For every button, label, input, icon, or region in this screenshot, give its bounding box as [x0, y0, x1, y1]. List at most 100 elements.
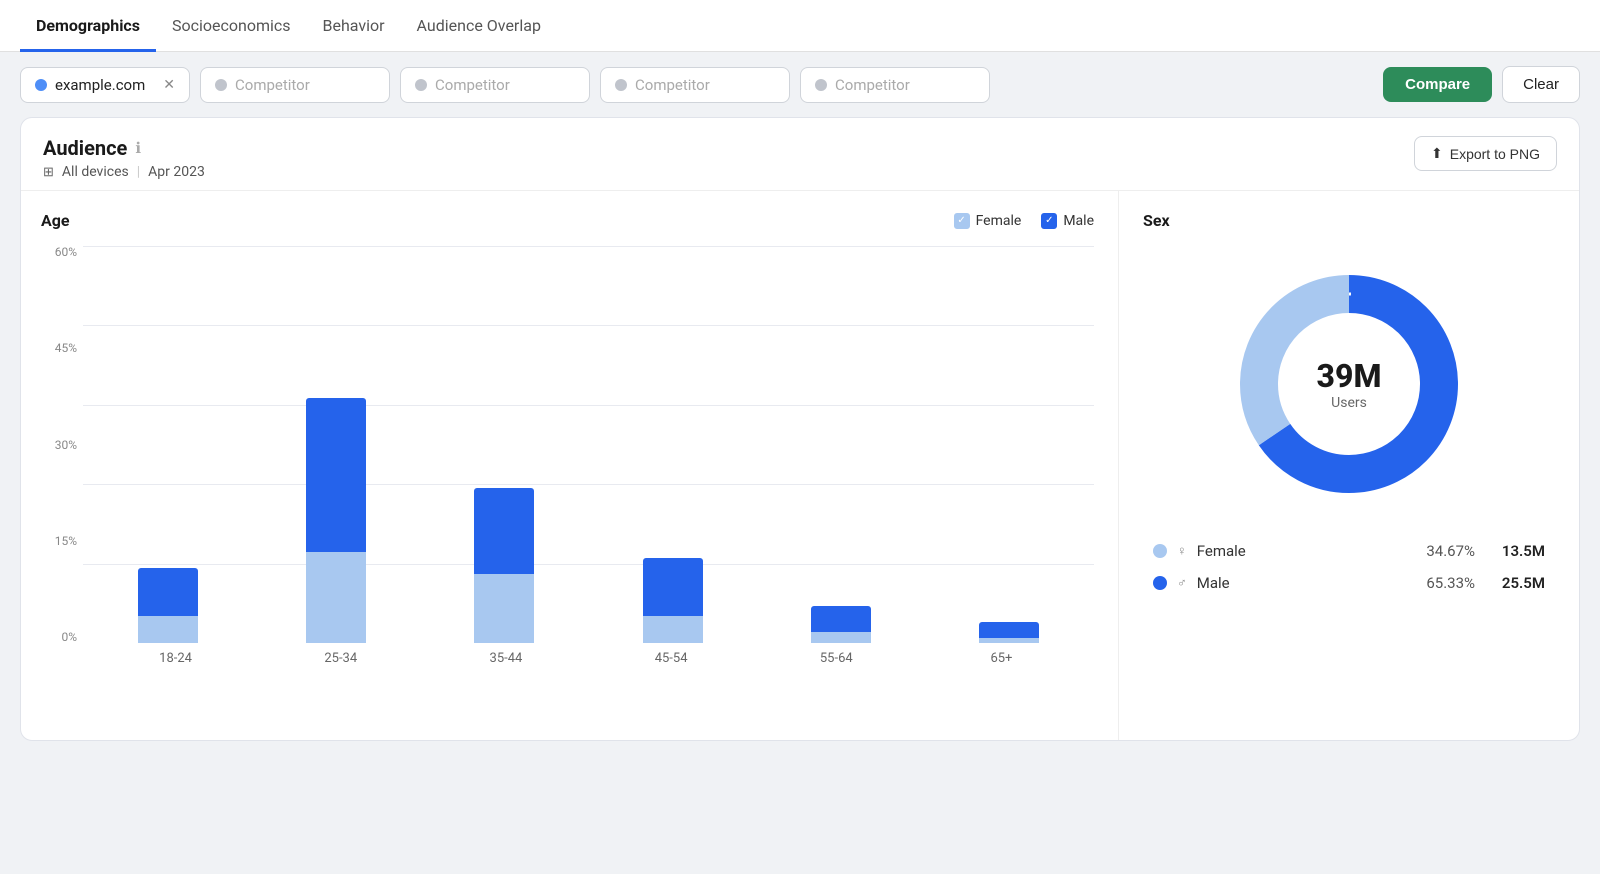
bars-row	[83, 246, 1094, 643]
age-chart-title: Age	[41, 211, 70, 230]
bar-female-55-64	[811, 632, 871, 643]
y-label-30: 30%	[41, 439, 83, 451]
bar-stack-35-44	[474, 488, 534, 643]
bar-male-25-34	[306, 398, 366, 552]
sex-legend: ♀ Female 34.67% 13.5M ♂ Male 65.33% 25.5…	[1143, 542, 1555, 592]
competitor-dot-4	[815, 79, 827, 91]
bar-stack-25-34	[306, 398, 366, 643]
bar-group-55-64	[766, 246, 916, 643]
devices-icon: ⊞	[43, 165, 54, 180]
competitor-input-4[interactable]: Competitor	[800, 67, 990, 103]
site-dot	[35, 79, 47, 91]
bar-male-18-24	[138, 568, 198, 616]
x-label-18-24: 18-24	[93, 651, 258, 666]
bar-female-25-34	[306, 552, 366, 643]
x-label-45-54: 45-54	[589, 651, 754, 666]
female-legend-label: Female	[976, 213, 1022, 229]
donut-wrap: 39M Users	[1143, 254, 1555, 514]
donut-center: 39M Users	[1317, 357, 1382, 411]
bar-group-35-44	[429, 246, 579, 643]
bar-female-65+	[979, 638, 1039, 643]
competitor-placeholder-3: Competitor	[635, 76, 710, 94]
search-row: example.com ✕ Competitor Competitor Comp…	[0, 52, 1600, 117]
y-label-15: 15%	[41, 535, 83, 547]
bar-stack-18-24	[138, 568, 198, 643]
subtitle-date: Apr 2023	[148, 164, 205, 180]
main-card: Audience ℹ ⊞ All devices | Apr 2023 ⬆ Ex…	[20, 117, 1580, 741]
male-sex-name: Male	[1197, 574, 1405, 592]
tabs-bar: Demographics Socioeconomics Behavior Aud…	[0, 0, 1600, 52]
male-legend-item[interactable]: ✓ Male	[1041, 213, 1094, 229]
x-label-65+: 65+	[919, 651, 1084, 666]
female-checkbox[interactable]: ✓	[954, 213, 970, 229]
compare-button[interactable]: Compare	[1383, 67, 1492, 102]
bar-male-65+	[979, 622, 1039, 638]
male-checkbox[interactable]: ✓	[1041, 213, 1057, 229]
competitor-placeholder-2: Competitor	[435, 76, 510, 94]
card-title-row: Audience ℹ	[43, 136, 205, 160]
y-label-0: 0%	[41, 631, 83, 643]
competitor-dot-3	[615, 79, 627, 91]
male-sex-dot	[1153, 576, 1167, 590]
bar-group-45-54	[598, 246, 748, 643]
card-header: Audience ℹ ⊞ All devices | Apr 2023 ⬆ Ex…	[21, 118, 1579, 190]
x-labels: 18-2425-3435-4445-5455-6465+	[41, 643, 1094, 666]
chart-top-row: Age ✓ Female ✓ Male	[41, 211, 1094, 230]
competitor-placeholder-4: Competitor	[835, 76, 910, 94]
donut-value: 39M	[1317, 357, 1382, 395]
age-chart-section: Age ✓ Female ✓ Male 0%	[21, 191, 1119, 740]
competitor-dot-1	[215, 79, 227, 91]
card-title: Audience	[43, 136, 127, 160]
competitor-input-3[interactable]: Competitor	[600, 67, 790, 103]
female-sex-dot	[1153, 544, 1167, 558]
tab-demographics[interactable]: Demographics	[20, 0, 156, 52]
bar-chart-wrap: 0% 15% 30% 45% 60%	[41, 246, 1094, 666]
bar-female-18-24	[138, 616, 198, 643]
male-sex-row: ♂ Male 65.33% 25.5M	[1153, 574, 1545, 592]
x-label-35-44: 35-44	[423, 651, 588, 666]
male-sex-pct: 65.33%	[1415, 574, 1475, 592]
clear-button[interactable]: Clear	[1502, 66, 1580, 103]
card-title-area: Audience ℹ ⊞ All devices | Apr 2023	[43, 136, 205, 180]
female-gender-icon: ♀	[1177, 543, 1187, 559]
competitor-dot-2	[415, 79, 427, 91]
y-label-45: 45%	[41, 342, 83, 354]
tab-socioeconomics[interactable]: Socioeconomics	[156, 0, 307, 52]
competitor-placeholder-1: Competitor	[235, 76, 310, 94]
female-sex-name: Female	[1197, 542, 1405, 560]
close-icon[interactable]: ✕	[163, 78, 175, 92]
male-sex-count: 25.5M	[1485, 574, 1545, 592]
male-legend-label: Male	[1063, 213, 1094, 229]
bar-male-45-54	[643, 558, 703, 616]
female-sex-row: ♀ Female 34.67% 13.5M	[1153, 542, 1545, 560]
competitor-input-1[interactable]: Competitor	[200, 67, 390, 103]
female-legend-item[interactable]: ✓ Female	[954, 213, 1022, 229]
bar-stack-45-54	[643, 558, 703, 643]
site-chip[interactable]: example.com ✕	[20, 67, 190, 103]
female-sex-pct: 34.67%	[1415, 542, 1475, 560]
tab-audience-overlap[interactable]: Audience Overlap	[401, 0, 557, 52]
card-subtitle: ⊞ All devices | Apr 2023	[43, 164, 205, 180]
export-button[interactable]: ⬆ Export to PNG	[1414, 136, 1557, 171]
competitor-input-2[interactable]: Competitor	[400, 67, 590, 103]
bar-male-55-64	[811, 606, 871, 632]
male-gender-icon: ♂	[1177, 575, 1187, 591]
charts-container: Age ✓ Female ✓ Male 0%	[21, 190, 1579, 740]
age-legend: ✓ Female ✓ Male	[954, 213, 1094, 229]
tab-behavior[interactable]: Behavior	[307, 0, 401, 52]
export-label: Export to PNG	[1450, 146, 1540, 162]
bar-group-25-34	[261, 246, 411, 643]
sex-chart-section: Sex 39M Users	[1119, 191, 1579, 740]
bar-female-45-54	[643, 616, 703, 643]
x-label-55-64: 55-64	[754, 651, 919, 666]
export-icon: ⬆	[1431, 145, 1443, 162]
bar-area	[83, 246, 1094, 643]
bar-group-18-24	[93, 246, 243, 643]
subtitle-device: All devices	[62, 164, 129, 180]
y-axis: 0% 15% 30% 45% 60%	[41, 246, 83, 643]
x-label-25-34: 25-34	[258, 651, 423, 666]
info-icon[interactable]: ℹ	[135, 139, 141, 157]
bar-male-35-44	[474, 488, 534, 574]
donut-users-label: Users	[1317, 395, 1382, 411]
female-sex-count: 13.5M	[1485, 542, 1545, 560]
